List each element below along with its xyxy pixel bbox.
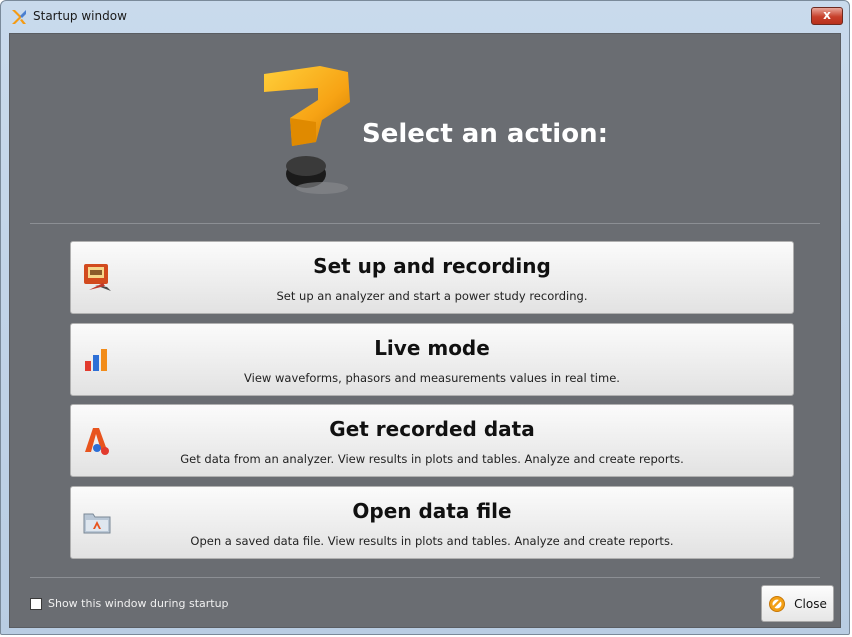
action-description: Get data from an analyzer. View results …	[180, 452, 684, 466]
close-button-label: Close	[794, 596, 827, 611]
page-title: Select an action:	[362, 119, 608, 149]
action-title: Get recorded data	[329, 417, 535, 441]
open-data-file-button[interactable]: Open data file Open a saved data file. V…	[70, 486, 794, 559]
live-mode-button[interactable]: Live mode View waveforms, phasors and me…	[70, 323, 794, 396]
startup-content: Select an action: Set up and recording S…	[9, 33, 841, 628]
startup-checkbox-label: Show this window during startup	[48, 597, 229, 610]
action-title: Live mode	[374, 336, 490, 360]
window-title: Startup window	[33, 9, 127, 23]
prohibited-icon	[769, 595, 786, 612]
startup-checkbox[interactable]	[30, 597, 42, 610]
action-description: Open a saved data file. View results in …	[190, 534, 674, 548]
app-logo-icon	[12, 10, 26, 24]
question-mark-icon	[264, 66, 350, 194]
startup-window: Startup window x Select an action: Set u…	[0, 0, 850, 635]
action-description: View waveforms, phasors and measurements…	[244, 371, 620, 385]
header-divider	[30, 223, 820, 224]
close-button[interactable]: Close	[761, 585, 834, 622]
action-description: Set up an analyzer and start a power stu…	[276, 289, 588, 303]
action-title: Open data file	[352, 499, 512, 523]
title-bar: Startup window x	[1, 1, 849, 31]
window-close-button[interactable]: x	[811, 7, 843, 25]
action-title: Set up and recording	[313, 254, 551, 278]
footer-divider	[30, 577, 820, 578]
startup-option: Show this window during startup	[30, 597, 229, 610]
setup-recording-button[interactable]: Set up and recording Set up an analyzer …	[70, 241, 794, 314]
get-recorded-data-button[interactable]: Get recorded data Get data from an analy…	[70, 404, 794, 477]
